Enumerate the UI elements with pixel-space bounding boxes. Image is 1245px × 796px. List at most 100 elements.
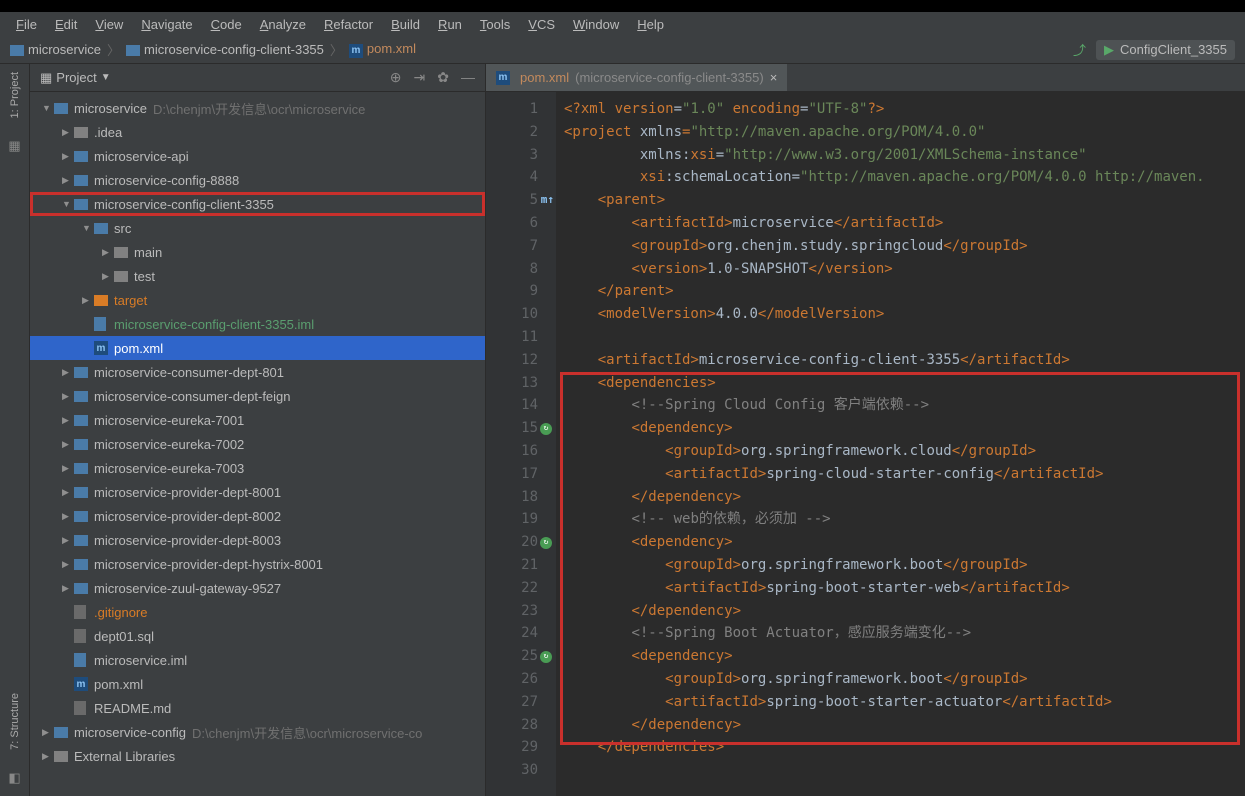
code-line[interactable]: <modelVersion>4.0.0</modelVersion>	[564, 303, 1237, 326]
tree-arrow[interactable]: ▶	[102, 271, 114, 282]
menu-window[interactable]: Window	[565, 15, 627, 34]
tree-row[interactable]: ▶microservice-api	[30, 144, 485, 168]
breadcrumb-folder[interactable]: microservice	[10, 42, 101, 57]
tree-row[interactable]: ▶microservice-eureka-7001	[30, 408, 485, 432]
gutter-marker[interactable]: ↻	[540, 651, 552, 663]
tree-arrow[interactable]: ▼	[62, 199, 74, 209]
code-line[interactable]	[564, 759, 1237, 782]
run-config-selector[interactable]: ▶ ConfigClient_3355	[1096, 40, 1235, 60]
tree-row[interactable]: ▶microservice-consumer-dept-feign	[30, 384, 485, 408]
code-line[interactable]: <artifactId>microservice-config-client-3…	[564, 349, 1237, 372]
tree-arrow[interactable]: ▶	[62, 535, 74, 546]
gear-icon[interactable]: ✿	[437, 69, 449, 86]
menu-build[interactable]: Build	[383, 15, 428, 34]
project-tool-tab[interactable]: 1: Project	[9, 72, 21, 118]
sidebar-icon[interactable]: ◧	[8, 770, 20, 786]
code-line[interactable]: <dependency>	[564, 417, 1237, 440]
tree-arrow[interactable]: ▶	[82, 295, 94, 306]
sidebar-icon[interactable]: ▦	[8, 138, 20, 154]
tree-arrow[interactable]: ▶	[62, 559, 74, 570]
tree-arrow[interactable]: ▶	[62, 175, 74, 186]
gutter-marker[interactable]: ↻	[540, 537, 552, 549]
tree-row[interactable]: ▶microservice-configD:\chenjm\开发信息\ocr\m…	[30, 720, 485, 744]
tree-row[interactable]: .gitignore	[30, 600, 485, 624]
code-line[interactable]: <dependency>	[564, 645, 1237, 668]
collapse-icon[interactable]: ⇥	[414, 69, 426, 86]
tree-arrow[interactable]: ▶	[62, 391, 74, 402]
code-line[interactable]: </dependency>	[564, 600, 1237, 623]
menu-help[interactable]: Help	[629, 15, 672, 34]
tree-row[interactable]: mpom.xml	[30, 672, 485, 696]
tree-arrow[interactable]: ▶	[102, 247, 114, 258]
tree-arrow[interactable]: ▶	[62, 463, 74, 474]
tree-row[interactable]: ▶.idea	[30, 120, 485, 144]
tree-row[interactable]: mpom.xml	[30, 336, 485, 360]
tree-arrow[interactable]: ▶	[62, 511, 74, 522]
code-line[interactable]: <groupId>org.chenjm.study.springcloud</g…	[564, 235, 1237, 258]
tree-row[interactable]: ▶test	[30, 264, 485, 288]
tree-row[interactable]: ▶microservice-provider-dept-8002	[30, 504, 485, 528]
code-line[interactable]: <artifactId>microservice</artifactId>	[564, 212, 1237, 235]
code-line[interactable]: xmlns:xsi="http://www.w3.org/2001/XMLSch…	[564, 144, 1237, 167]
tree-row[interactable]: README.md	[30, 696, 485, 720]
breadcrumb-file[interactable]: mpom.xml	[349, 41, 416, 58]
code-line[interactable]: <dependency>	[564, 531, 1237, 554]
tree-row[interactable]: microservice.iml	[30, 648, 485, 672]
tree-row[interactable]: ▶main	[30, 240, 485, 264]
code-line[interactable]: <groupId>org.springframework.boot</group…	[564, 554, 1237, 577]
tree-arrow[interactable]: ▶	[62, 487, 74, 498]
menu-code[interactable]: Code	[203, 15, 250, 34]
tree-row[interactable]: ▶microservice-eureka-7003	[30, 456, 485, 480]
project-tree[interactable]: ▼microserviceD:\chenjm\开发信息\ocr\microser…	[30, 92, 485, 796]
code-line[interactable]: <?xml version="1.0" encoding="UTF-8"?>	[564, 98, 1237, 121]
tree-arrow[interactable]: ▶	[42, 751, 54, 762]
panel-title[interactable]: ▦ Project ▼	[40, 70, 111, 86]
menu-view[interactable]: View	[87, 15, 131, 34]
tree-arrow[interactable]: ▼	[42, 103, 54, 113]
code-line[interactable]: <project xmlns="http://maven.apache.org/…	[564, 121, 1237, 144]
tree-arrow[interactable]: ▶	[62, 127, 74, 138]
menu-edit[interactable]: Edit	[47, 15, 85, 34]
build-icon[interactable]: ⤴	[1073, 40, 1086, 59]
tree-row[interactable]: ▼microserviceD:\chenjm\开发信息\ocr\microser…	[30, 96, 485, 120]
tree-row[interactable]: ▶microservice-provider-dept-hystrix-8001	[30, 552, 485, 576]
menu-analyze[interactable]: Analyze	[252, 15, 314, 34]
menu-refactor[interactable]: Refactor	[316, 15, 381, 34]
code-line[interactable]: </dependency>	[564, 714, 1237, 737]
tree-arrow[interactable]: ▶	[62, 151, 74, 162]
tree-arrow[interactable]: ▼	[82, 223, 94, 233]
code-line[interactable]: <!--Spring Cloud Config 客户端依赖-->	[564, 394, 1237, 417]
gutter-marker[interactable]: ↻	[540, 423, 552, 435]
menu-vcs[interactable]: VCS	[520, 15, 563, 34]
tree-row[interactable]: ▶microservice-zuul-gateway-9527	[30, 576, 485, 600]
code-line[interactable]: <artifactId>spring-boot-starter-web</art…	[564, 577, 1237, 600]
code-line[interactable]: </dependency>	[564, 486, 1237, 509]
code-line[interactable]: <!--Spring Boot Actuator，感应服务端变化-->	[564, 622, 1237, 645]
tree-row[interactable]: dept01.sql	[30, 624, 485, 648]
tree-row[interactable]: microservice-config-client-3355.iml	[30, 312, 485, 336]
tree-row[interactable]: ▶microservice-provider-dept-8001	[30, 480, 485, 504]
tree-row[interactable]: ▼src	[30, 216, 485, 240]
tree-row[interactable]: ▶microservice-provider-dept-8003	[30, 528, 485, 552]
tree-arrow[interactable]: ▶	[42, 727, 54, 738]
tree-row[interactable]: ▼microservice-config-client-3355	[30, 192, 485, 216]
breadcrumb-folder[interactable]: microservice-config-client-3355	[126, 42, 324, 57]
tree-arrow[interactable]: ▶	[62, 367, 74, 378]
tree-arrow[interactable]: ▶	[62, 583, 74, 594]
code-line[interactable]	[564, 326, 1237, 349]
tree-arrow[interactable]: ▶	[62, 439, 74, 450]
code-line[interactable]: </parent>	[564, 280, 1237, 303]
menu-tools[interactable]: Tools	[472, 15, 518, 34]
menu-file[interactable]: File	[8, 15, 45, 34]
code-line[interactable]: <version>1.0-SNAPSHOT</version>	[564, 258, 1237, 281]
code-line[interactable]: </dependencies>	[564, 736, 1237, 759]
code-line[interactable]: <!-- web的依赖，必须加 -->	[564, 508, 1237, 531]
code-line[interactable]: <artifactId>spring-boot-starter-actuator…	[564, 691, 1237, 714]
tree-row[interactable]: ▶target	[30, 288, 485, 312]
code-line[interactable]: <groupId>org.springframework.boot</group…	[564, 668, 1237, 691]
hide-icon[interactable]: —	[461, 69, 475, 86]
tree-row[interactable]: ▶External Libraries	[30, 744, 485, 768]
code-content[interactable]: <?xml version="1.0" encoding="UTF-8"?><p…	[556, 92, 1245, 796]
tree-arrow[interactable]: ▶	[62, 415, 74, 426]
code-line[interactable]: xsi:schemaLocation="http://maven.apache.…	[564, 166, 1237, 189]
